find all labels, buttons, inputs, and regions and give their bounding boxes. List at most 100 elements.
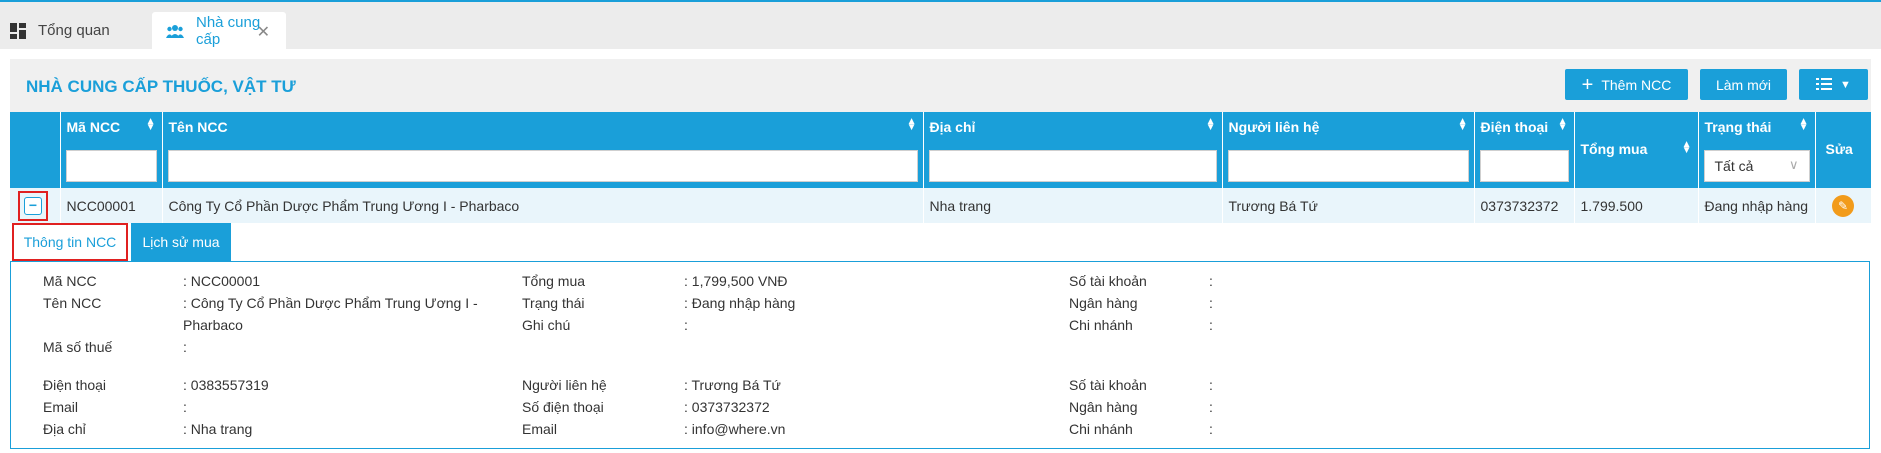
sort-icon[interactable]: ▲ ▼	[907, 117, 917, 133]
cell-name: Công Ty Cổ Phần Dược Phẩm Trung Ương I -…	[162, 188, 924, 223]
column-header-code[interactable]: Mã NCC ▲ ▼	[60, 112, 163, 188]
label-account-1: Số tài khoản	[1069, 273, 1147, 289]
cell-contact: Trương Bá Tứ	[1222, 188, 1475, 223]
filter-code-input[interactable]	[65, 150, 157, 182]
value-branch-1: :	[1209, 317, 1213, 333]
column-header-edit: Sửa	[1815, 112, 1872, 188]
sort-icon[interactable]: ▲ ▼	[1799, 117, 1809, 133]
column-header-contact[interactable]: Người liên hệ ▲ ▼	[1222, 112, 1475, 188]
label-account-2: Số tài khoản	[1069, 377, 1147, 393]
label-status: Trạng thái	[522, 295, 585, 311]
list-icon	[1816, 77, 1833, 93]
cell-code: NCC00001	[60, 188, 163, 223]
value-account-1: :	[1209, 273, 1213, 289]
cell-total: 1.799.500	[1574, 188, 1699, 223]
label-bank-1: Ngân hàng	[1069, 295, 1138, 311]
status-filter-value: Tất cả	[1714, 158, 1754, 174]
dashboard-icon	[10, 22, 26, 39]
cell-edit: ✎	[1815, 188, 1872, 223]
add-supplier-label: Thêm NCC	[1601, 76, 1672, 93]
column-header-address[interactable]: Địa chỉ ▲ ▼	[923, 112, 1223, 188]
add-supplier-button[interactable]: + Thêm NCC	[1565, 69, 1688, 100]
sort-icon[interactable]: ▲ ▼	[1558, 117, 1568, 133]
value-code: : NCC00001	[183, 273, 261, 289]
filter-name-input[interactable]	[167, 150, 918, 182]
collapse-row-button[interactable]: −	[18, 190, 48, 221]
value-bank-2: :	[1209, 399, 1213, 415]
edit-pencil-icon[interactable]: ✎	[1832, 194, 1854, 217]
sort-icon[interactable]: ▲ ▼	[1682, 140, 1692, 156]
column-header-total[interactable]: Tổng mua ▲ ▼	[1574, 112, 1699, 188]
status-filter-select[interactable]: Tất cả ∨	[1703, 150, 1810, 182]
value-note: :	[684, 317, 688, 333]
value-total: : 1,799,500 VNĐ	[684, 273, 788, 289]
label-email: Email	[43, 399, 79, 415]
supplier-table: Mã NCC ▲ ▼ Tên NCC ▲ ▼ Địa chỉ ▲ ▼ Người liên …	[10, 112, 1872, 223]
tab-purchase-history[interactable]: Lịch sử mua	[131, 223, 231, 261]
page-title: NHÀ CUNG CẤP THUỐC, VẬT TƯ	[26, 77, 296, 96]
label-note: Ghi chú	[522, 317, 571, 333]
label-tax-code: Mã số thuế	[43, 339, 113, 355]
sort-icon[interactable]: ▲ ▼	[1458, 117, 1468, 133]
info-column-1: Mã NCC : NCC00001 Tên NCC : Công Ty Cổ P…	[43, 270, 503, 437]
column-menu-button[interactable]: ▼	[1799, 69, 1868, 100]
label-contact: Người liên hệ	[522, 377, 607, 393]
column-code-label: Mã NCC	[66, 119, 121, 135]
tab-supplier-label: Nhà cung cấp	[196, 13, 261, 48]
expand-column-header	[10, 112, 61, 188]
column-total-label: Tổng mua	[1580, 141, 1648, 157]
table-row[interactable]: − NCC00001 Công Ty Cổ Phần Dược Phẩm Tru…	[10, 188, 1872, 223]
supplier-panel: NHÀ CUNG CẤP THUỐC, VẬT TƯ + Thêm NCC Là…	[10, 59, 1872, 453]
column-header-phone[interactable]: Điện thoại ▲ ▼	[1474, 112, 1575, 188]
value-contact-phone: : 0373732372	[684, 399, 770, 415]
value-contact-email: : info@where.vn	[684, 421, 786, 437]
info-column-3: Số tài khoản : Ngân hàng : Chi nhánh : S…	[1069, 270, 1369, 445]
value-contact: : Trương Bá Tứ	[684, 377, 781, 393]
tab-supplier-info[interactable]: Thông tin NCC	[12, 223, 128, 261]
label-name: Tên NCC	[43, 295, 102, 311]
info-column-2: Tổng mua : 1,799,500 VNĐ Trạng thái : Đa…	[522, 270, 1002, 445]
refresh-button[interactable]: Làm mới	[1700, 69, 1787, 100]
filter-contact-input[interactable]	[1227, 150, 1469, 182]
column-edit-label: Sửa	[1825, 141, 1853, 157]
expand-cell: −	[10, 188, 61, 223]
chevron-down-icon: ∨	[1788, 157, 1799, 172]
caret-down-icon: ▼	[1840, 78, 1851, 91]
filter-address-input[interactable]	[928, 150, 1217, 182]
column-name-label: Tên NCC	[168, 119, 228, 135]
supplier-info-box: Mã NCC : NCC00001 Tên NCC : Công Ty Cổ P…	[10, 261, 1870, 449]
table-header-row: Mã NCC ▲ ▼ Tên NCC ▲ ▼ Địa chỉ ▲ ▼ Người liên …	[10, 112, 1872, 188]
value-status: : Đang nhập hàng	[684, 295, 796, 311]
column-header-status[interactable]: Trạng thái ▲ ▼ Tất cả ∨	[1698, 112, 1816, 188]
column-status-label: Trạng thái	[1704, 119, 1772, 135]
cell-status: Đang nhập hàng	[1698, 188, 1816, 223]
sort-icon[interactable]: ▲ ▼	[146, 117, 156, 133]
label-total: Tổng mua	[522, 273, 586, 289]
label-code: Mã NCC	[43, 273, 97, 289]
label-phone: Điện thoại	[43, 377, 107, 393]
panel-header: NHÀ CUNG CẤP THUỐC, VẬT TƯ + Thêm NCC Là…	[10, 59, 1871, 111]
tab-supplier[interactable]: Nhà cung cấp ✕	[152, 12, 286, 49]
label-bank-2: Ngân hàng	[1069, 399, 1138, 415]
plus-icon: +	[1581, 73, 1594, 96]
value-phone: : 0383557319	[183, 377, 269, 393]
filter-phone-input[interactable]	[1479, 150, 1569, 182]
tab-bar: Tổng quan Nhà cung cấp ✕	[0, 2, 1881, 49]
value-name: : Công Ty Cổ Phần Dược Phẩm Trung Ương I…	[183, 295, 478, 311]
value-bank-1: :	[1209, 295, 1213, 311]
value-branch-2: :	[1209, 421, 1213, 437]
value-address: : Nha trang	[183, 421, 253, 437]
column-phone-label: Điện thoại	[1480, 119, 1549, 135]
close-icon[interactable]: ✕	[257, 22, 270, 42]
value-email: :	[183, 399, 187, 415]
minus-icon: −	[24, 196, 42, 215]
value-account-2: :	[1209, 377, 1213, 393]
label-branch-2: Chi nhánh	[1069, 421, 1133, 437]
cell-phone: 0373732372	[1474, 188, 1575, 223]
column-address-label: Địa chỉ	[929, 119, 976, 135]
sort-icon[interactable]: ▲ ▼	[1206, 117, 1216, 133]
tab-overview[interactable]: Tổng quan	[0, 12, 118, 49]
label-branch-1: Chi nhánh	[1069, 317, 1133, 333]
label-address: Địa chỉ	[43, 421, 86, 437]
column-header-name[interactable]: Tên NCC ▲ ▼	[162, 112, 924, 188]
